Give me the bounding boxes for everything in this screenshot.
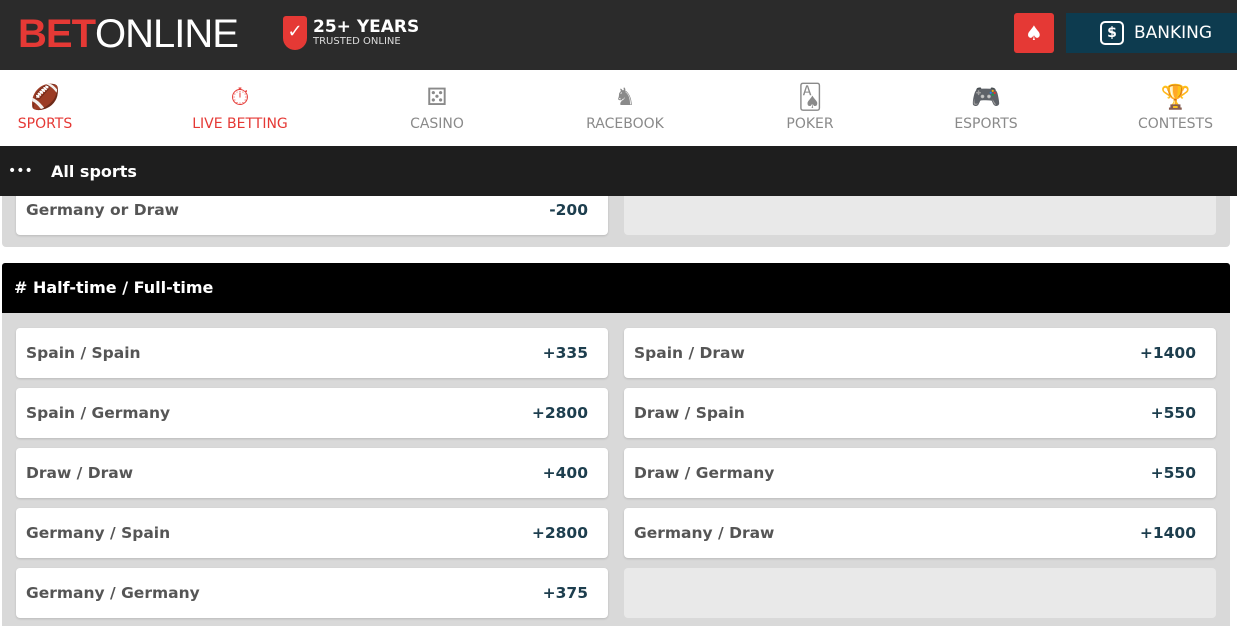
odds-option[interactable]: Spain / Draw +1400 — [624, 328, 1216, 378]
logo-online: ONLINE — [95, 12, 239, 56]
nav-label: LIVE BETTING — [192, 116, 288, 132]
odds-option[interactable]: Draw / Germany +550 — [624, 448, 1216, 498]
nav-label: ESPORTS — [954, 116, 1018, 132]
ellipsis-icon[interactable]: ••• — [8, 163, 48, 179]
odds-option[interactable]: Germany / Draw +1400 — [624, 508, 1216, 558]
poker-21-button[interactable]: ♠ — [1014, 13, 1054, 53]
option-odds: +335 — [542, 344, 588, 362]
option-odds: +550 — [1150, 464, 1196, 482]
nav-live-betting[interactable]: ⏱ LIVE BETTING — [180, 70, 300, 146]
option-name: Germany or Draw — [26, 201, 180, 219]
odds-option[interactable]: Germany / Germany +375 — [16, 568, 608, 618]
option-name: Germany / Draw — [634, 524, 775, 542]
option-odds: +400 — [542, 464, 588, 482]
cards-icon: 🂡 — [797, 83, 823, 111]
dice-icon: ⚄ — [426, 83, 448, 111]
nav-label: RACEBOOK — [586, 116, 664, 132]
option-name: Germany / Spain — [26, 524, 171, 542]
gamepad-icon: 🎮 — [971, 83, 1001, 111]
main-nav: 🏈 SPORTS ⏱ LIVE BETTING ⚄ CASINO ♞ RACEBOOK … — [0, 70, 1237, 146]
nav-poker[interactable]: 🂡 POKER — [780, 70, 840, 146]
nav-casino[interactable]: ⚄ CASINO — [400, 70, 474, 146]
option-name: Draw / Draw — [26, 464, 134, 482]
sports-ball-icon: 🏈 — [30, 83, 60, 111]
banking-label: BANKING — [1134, 23, 1213, 43]
option-odds: +550 — [1150, 404, 1196, 422]
option-odds: +2800 — [531, 404, 588, 422]
option-name: Spain / Draw — [634, 344, 745, 362]
horse-icon: ♞ — [614, 83, 636, 111]
option-odds: -200 — [549, 201, 588, 219]
option-name: Draw / Germany — [634, 464, 775, 482]
empty-slot — [624, 568, 1216, 618]
betonline-logo[interactable]: BETONLINE — [18, 12, 239, 56]
sub-nav-overlay: ••• All sports — [0, 146, 1237, 196]
all-sports-link[interactable]: All sports — [51, 162, 137, 181]
top-bar: BETONLINE ✓ 25+ YEARS TRUSTED ONLINE ♠ $ B… — [0, 0, 1237, 70]
nav-label: SPORTS — [17, 116, 73, 132]
nav-racebook[interactable]: ♞ RACEBOOK — [580, 70, 670, 146]
shield-check-icon: ✓ — [283, 16, 307, 50]
option-name: Draw / Spain — [634, 404, 745, 422]
dollar-icon: $ — [1100, 21, 1124, 45]
option-name: Germany / Germany — [26, 584, 200, 602]
odds-option[interactable]: Draw / Spain +550 — [624, 388, 1216, 438]
option-odds: +1400 — [1139, 524, 1196, 542]
trust-badge: ✓ 25+ YEARS TRUSTED ONLINE — [283, 16, 419, 50]
stopwatch-icon: ⏱ — [230, 83, 250, 111]
spade-21-icon: ♠ — [1025, 21, 1043, 45]
odds-option[interactable]: Germany / Spain +2800 — [16, 508, 608, 558]
option-odds: +2800 — [531, 524, 588, 542]
odds-option[interactable]: Draw / Draw +400 — [16, 448, 608, 498]
nav-esports[interactable]: 🎮 ESPORTS — [950, 70, 1022, 146]
market-title[interactable]: # Half-time / Full-time — [2, 263, 1230, 313]
nav-label: CONTESTS — [1138, 116, 1213, 132]
trust-subtitle: TRUSTED ONLINE — [313, 36, 401, 47]
odds-option[interactable]: Spain / Spain +335 — [16, 328, 608, 378]
trust-title: 25+ YEARS — [313, 17, 420, 37]
option-name: Spain / Germany — [26, 404, 171, 422]
logo-bet: BET — [18, 12, 96, 56]
option-odds: +1400 — [1139, 344, 1196, 362]
option-odds: +375 — [542, 584, 588, 602]
nav-label: POKER — [786, 116, 834, 132]
banking-button[interactable]: $ BANKING — [1066, 13, 1237, 53]
nav-label: CASINO — [410, 116, 464, 132]
trophy-icon: 🏆 — [1160, 83, 1191, 111]
option-name: Spain / Spain — [26, 344, 141, 362]
nav-sports[interactable]: 🏈 SPORTS — [10, 70, 80, 146]
nav-contests[interactable]: 🏆 CONTESTS — [1133, 70, 1218, 146]
odds-option[interactable]: Spain / Germany +2800 — [16, 388, 608, 438]
